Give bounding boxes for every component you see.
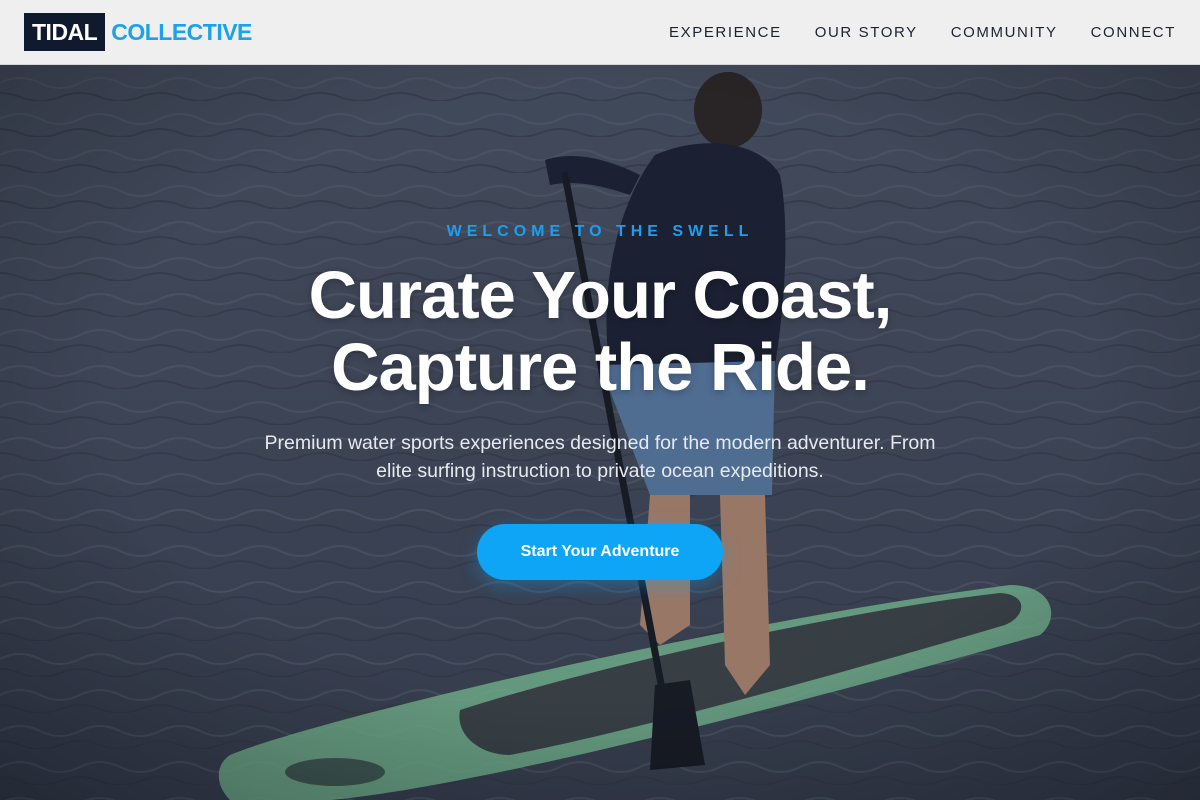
hero-section: WELCOME TO THE SWELL Curate Your Coast, … (0, 65, 1200, 800)
start-adventure-button[interactable]: Start Your Adventure (477, 524, 723, 580)
hero-eyebrow: WELCOME TO THE SWELL (446, 223, 754, 240)
nav-link-our-story[interactable]: OUR STORY (815, 24, 918, 41)
brand-logo[interactable]: TIDAL COLLECTIVE (24, 13, 252, 51)
hero-headline: Curate Your Coast, Capture the Ride. (0, 260, 1200, 404)
logo-box-text: TIDAL (24, 13, 106, 51)
nav-link-connect[interactable]: CONNECT (1091, 24, 1176, 41)
nav-link-experience[interactable]: EXPERIENCE (669, 24, 782, 41)
hero-headline-line1: Curate Your Coast, (308, 258, 893, 333)
main-nav: EXPERIENCE OUR STORY COMMUNITY CONNECT (669, 24, 1176, 41)
nav-link-community[interactable]: COMMUNITY (951, 24, 1058, 41)
hero-subtext: Premium water sports experiences designe… (264, 432, 936, 482)
site-header: TIDAL COLLECTIVE EXPERIENCE OUR STORY CO… (0, 0, 1200, 65)
logo-word-text: COLLECTIVE (111, 18, 252, 45)
hero-headline-line2: Capture the Ride. (331, 330, 870, 405)
